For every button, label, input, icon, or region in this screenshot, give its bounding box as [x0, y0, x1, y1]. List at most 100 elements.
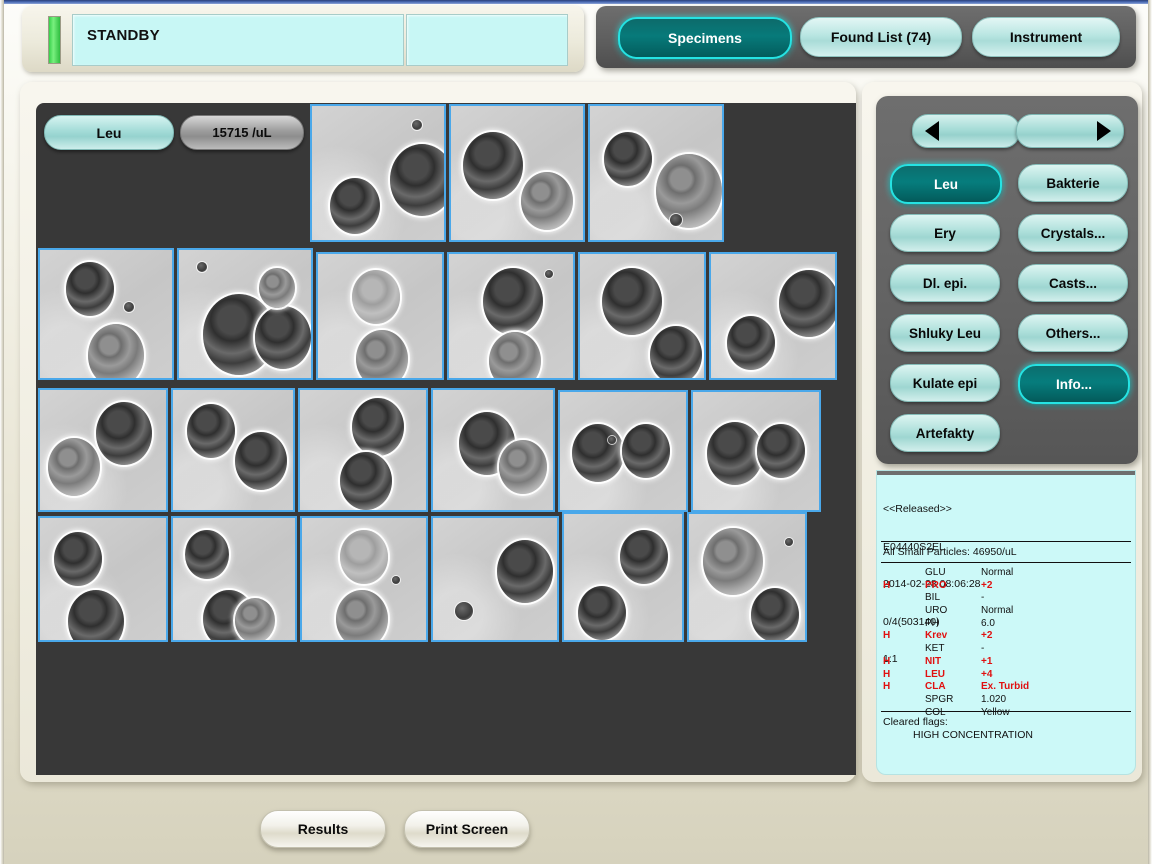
leukocyte-cell — [235, 598, 275, 640]
leukocyte-cell — [521, 172, 573, 231]
window-left-border — [0, 0, 4, 864]
chemistry-analyte: PH — [925, 617, 939, 629]
info-released: <<Released>> — [883, 503, 952, 515]
category-button-label: Ery — [934, 225, 956, 241]
chemistry-analyte: GLU — [925, 567, 946, 578]
chemistry-results-table: GLU Normal H PRO +2 BIL - URO Normal PH 6.0 H Krev +2… — [883, 567, 1129, 719]
category-button-ery[interactable]: Ery — [890, 214, 1000, 252]
chemistry-flag — [883, 567, 901, 580]
particle-thumbnail[interactable] — [38, 248, 174, 380]
leukocyte-cell — [622, 424, 670, 478]
chemistry-value: +4 — [981, 668, 993, 680]
leukocyte-cell — [497, 540, 553, 603]
leukocyte-cell — [751, 588, 799, 640]
chemistry-row: H Krev +2 — [883, 630, 1129, 643]
particle-thumbnail[interactable] — [687, 512, 807, 642]
window-right-border — [1148, 0, 1152, 864]
leukocyte-cell — [185, 530, 229, 580]
gallery-concentration-readout: 15715 /uL — [180, 115, 304, 150]
info-divider-mid — [881, 562, 1131, 563]
category-button-crystals[interactable]: Crystals... — [1018, 214, 1128, 252]
leukocyte-cell — [707, 422, 763, 485]
chemistry-analyte: KET — [925, 643, 945, 655]
particle-thumbnail[interactable] — [300, 516, 428, 642]
chemistry-row: BIL - — [883, 592, 1129, 605]
category-button-others[interactable]: Others... — [1018, 314, 1128, 352]
nav-next-button[interactable] — [1016, 114, 1124, 148]
debris-speck — [608, 436, 616, 444]
chemistry-value: - — [981, 592, 985, 604]
category-button-casts[interactable]: Casts... — [1018, 264, 1128, 302]
particle-thumbnail[interactable] — [449, 104, 585, 242]
category-button-dl-epi[interactable]: Dl. epi. — [890, 264, 1000, 302]
particle-thumbnail[interactable] — [171, 388, 295, 512]
category-button-info[interactable]: Info... — [1018, 364, 1130, 404]
nav-prev-button[interactable] — [912, 114, 1020, 148]
leukocyte-cell — [620, 530, 668, 584]
category-button-artefakty[interactable]: Artefakty — [890, 414, 1000, 452]
debris-speck — [197, 262, 207, 272]
chemistry-analyte: SPGR — [925, 693, 954, 705]
tab-instrument-label: Instrument — [1009, 29, 1083, 45]
debris-speck — [392, 576, 400, 584]
chemistry-row: URO Normal — [883, 605, 1129, 618]
chemistry-analyte: Krev — [925, 630, 948, 642]
leukocyte-cell — [259, 268, 295, 309]
tab-specimens[interactable]: Specimens — [618, 17, 792, 59]
particle-thumbnail[interactable] — [431, 388, 555, 512]
category-button-label: Dl. epi. — [922, 275, 968, 291]
leukocyte-cell — [340, 452, 392, 510]
info-divider-bottom — [881, 711, 1131, 712]
category-button-shluky-leu[interactable]: Shluky Leu — [890, 314, 1000, 352]
chemistry-row: H CLA Ex. Turbid — [883, 681, 1129, 694]
chemistry-value: 1.020 — [981, 693, 1007, 705]
chemistry-analyte: LEU — [925, 668, 945, 680]
particle-thumbnail[interactable] — [447, 252, 575, 380]
print-screen-button-label: Print Screen — [425, 821, 509, 837]
category-button-label: Bakterie — [1046, 175, 1100, 191]
cleared-flags-block: Cleared flags: HIGH CONCENTRATION — [883, 716, 1033, 742]
particle-thumbnail[interactable] — [310, 104, 446, 242]
leukocyte-cell — [88, 324, 144, 378]
print-screen-button[interactable]: Print Screen — [404, 810, 530, 848]
leukocyte-cell — [235, 432, 287, 491]
particle-thumbnail[interactable] — [709, 252, 837, 380]
chemistry-value: Normal — [981, 605, 1014, 617]
category-button-label: Crystals... — [1040, 225, 1106, 241]
particle-thumbnail[interactable] — [316, 252, 444, 380]
particle-thumbnail[interactable] — [558, 390, 688, 512]
debris-speck — [670, 214, 682, 226]
particle-thumbnail[interactable] — [588, 104, 724, 242]
gallery-particle-type-button[interactable]: Leu — [44, 115, 174, 150]
particle-thumbnail[interactable] — [298, 388, 428, 512]
info-divider-top — [881, 541, 1131, 542]
category-button-bakterie[interactable]: Bakterie — [1018, 164, 1128, 202]
tab-found-list[interactable]: Found List (74) — [800, 17, 962, 57]
leukocyte-cell — [336, 590, 388, 640]
chemistry-flag — [883, 643, 901, 656]
category-button-label: Leu — [933, 176, 958, 192]
status-text: STANDBY — [87, 27, 160, 44]
particle-thumbnail[interactable] — [177, 248, 313, 380]
chemistry-value: Ex. Turbid — [981, 681, 1030, 693]
category-button-kulate-epi[interactable]: Kulate epi — [890, 364, 1000, 402]
particle-thumbnail[interactable] — [578, 252, 706, 380]
particle-thumbnail[interactable] — [562, 512, 684, 642]
tab-instrument[interactable]: Instrument — [972, 17, 1120, 57]
particle-thumbnail[interactable] — [38, 388, 168, 512]
particle-thumbnail[interactable] — [38, 516, 168, 642]
results-button[interactable]: Results — [260, 810, 386, 848]
triangle-left-icon — [925, 121, 939, 141]
chemistry-row: GLU Normal — [883, 567, 1129, 580]
particle-thumbnail[interactable] — [431, 516, 559, 642]
leukocyte-cell — [499, 440, 547, 494]
particle-thumbnail[interactable] — [171, 516, 297, 642]
debris-speck — [785, 538, 793, 546]
particle-thumbnail[interactable] — [691, 390, 821, 512]
chemistry-flag — [883, 592, 901, 605]
leukocyte-cell — [48, 438, 100, 497]
category-button-label: Artefakty — [915, 425, 975, 441]
category-button-leu[interactable]: Leu — [890, 164, 1002, 204]
chemistry-value: +2 — [981, 630, 993, 642]
debris-speck — [124, 302, 134, 312]
